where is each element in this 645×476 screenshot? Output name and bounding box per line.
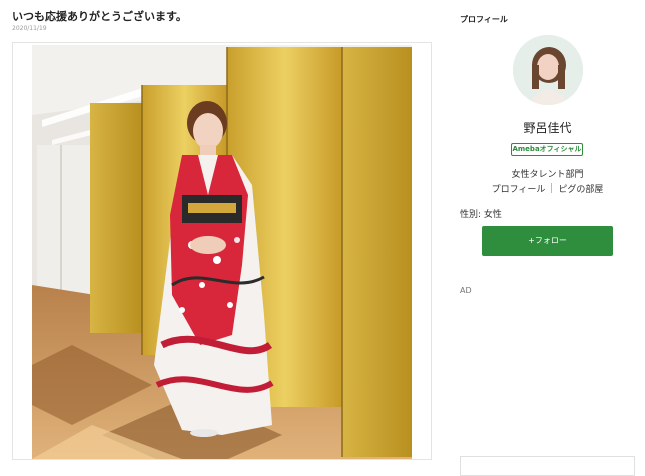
profile-gender: 性別: 女性 <box>460 210 502 220</box>
profile-heading: プロフィール <box>460 15 508 24</box>
ameba-official-badge[interactable]: Amebaオフィシャル <box>511 143 583 156</box>
profile-avatar[interactable] <box>513 35 583 105</box>
post-photo[interactable] <box>32 45 412 459</box>
follow-button[interactable]: +フォロー <box>482 226 613 256</box>
ad-container[interactable] <box>460 456 635 476</box>
profile-name[interactable]: 野呂佳代 <box>460 119 635 136</box>
profile-category[interactable]: 女性タレント部門 <box>460 167 635 180</box>
kimono-photo-image <box>32 45 412 459</box>
ad-label: AD <box>460 286 472 295</box>
post-title[interactable]: いつも応援ありがとうございます。 <box>12 8 187 24</box>
profile-links: プロフィール ピグの部屋 <box>460 182 635 195</box>
profile-link[interactable]: プロフィール <box>492 185 546 195</box>
pigg-room-link[interactable]: ピグの部屋 <box>558 185 603 195</box>
avatar-image <box>513 35 583 105</box>
post-image-frame <box>12 42 432 460</box>
post-date: 2020/11/19 <box>12 25 47 32</box>
link-divider <box>551 183 553 193</box>
